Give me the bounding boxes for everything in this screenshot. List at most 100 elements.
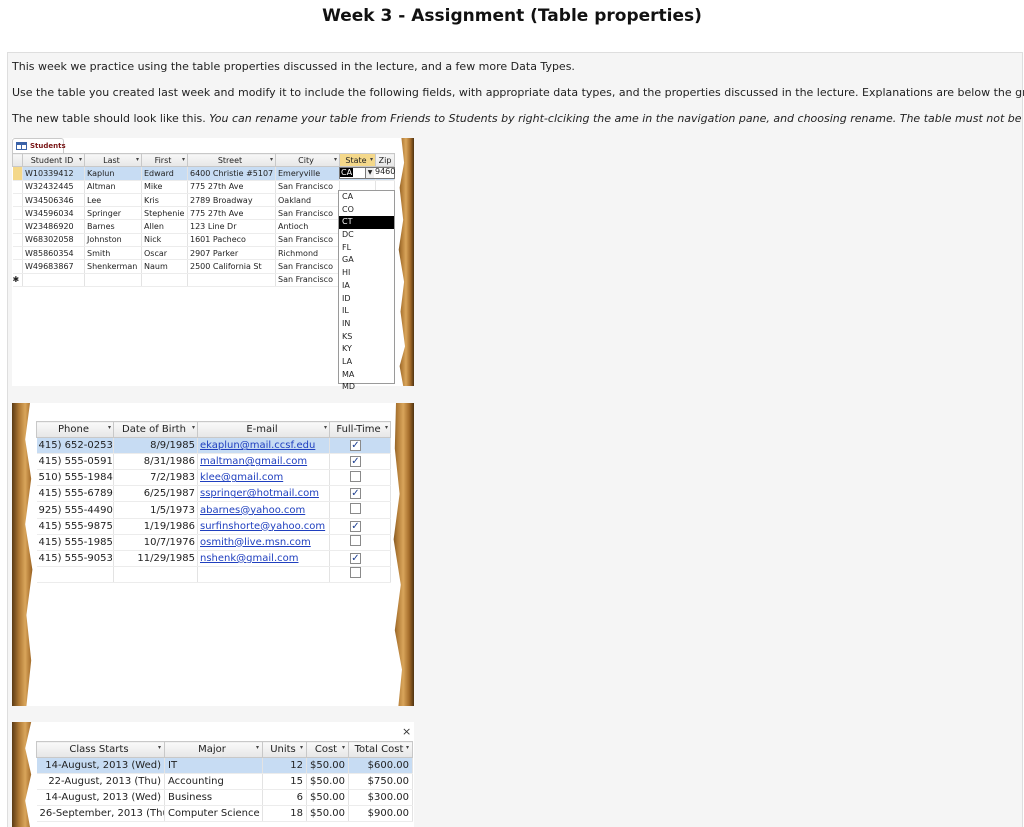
cell-cost[interactable]: $50.00	[306, 757, 349, 774]
record-selector[interactable]	[12, 233, 23, 248]
cell-major[interactable]: IT	[164, 757, 263, 774]
unchecked-checkbox-icon[interactable]	[350, 503, 361, 515]
dropdown-option-ma[interactable]: MA	[339, 369, 394, 382]
table-row[interactable]: 925) 555-4490 1/5/1973 abarnes@yahoo.com	[36, 501, 391, 519]
dropdown-option-il[interactable]: IL	[339, 305, 394, 318]
cell-total-cost[interactable]: $900.00	[348, 805, 413, 822]
cell-date-of-birth[interactable]: 7/2/1983	[113, 469, 198, 487]
column-header-e-mail[interactable]: E-mail ▾	[197, 420, 330, 439]
cell-last[interactable]: Kaplun	[84, 166, 142, 181]
sort-arrow-icon[interactable]: ▾	[406, 744, 409, 751]
cell-street[interactable]: 123 Line Dr	[187, 219, 276, 234]
sort-arrow-icon[interactable]: ▾	[334, 156, 337, 163]
cell-phone[interactable]: 415) 555-9875	[36, 518, 114, 535]
cell-student-id[interactable]: W49683867	[22, 259, 85, 274]
record-selector[interactable]	[12, 180, 23, 194]
cell-student-id[interactable]: W85860354	[22, 246, 85, 261]
sort-arrow-icon[interactable]: ▾	[342, 744, 345, 751]
dropdown-option-co[interactable]: CO	[339, 204, 394, 217]
sort-arrow-icon[interactable]: ▾	[324, 424, 327, 431]
email-link[interactable]: nshenk@gmail.com	[197, 550, 330, 567]
dropdown-option-ky[interactable]: KY	[339, 343, 394, 356]
column-header-city[interactable]: City ▾	[275, 152, 340, 168]
checked-checkbox-icon[interactable]: ✓	[350, 520, 361, 532]
cell-class-starts[interactable]: 14-August, 2013 (Wed)	[36, 789, 165, 806]
table-row[interactable]: 22-August, 2013 (Thu) Accounting 15 $50.00 $…	[36, 773, 413, 790]
dropdown-arrow-icon[interactable]: ▼	[365, 168, 374, 178]
table-row[interactable]: 510) 555-1984 7/2/1983 klee@gmail.com	[36, 469, 391, 487]
cell-first[interactable]: Mike	[141, 180, 188, 194]
cell-class-starts[interactable]: 26-September, 2013 (Thu)	[36, 805, 165, 822]
cell-class-starts[interactable]: 14-August, 2013 (Wed)	[36, 757, 165, 774]
table-row[interactable]: 14-August, 2013 (Wed) IT 12 $50.00 $600.00	[36, 757, 413, 774]
column-header-last[interactable]: Last ▾	[84, 152, 142, 168]
cell-date-of-birth[interactable]: 10/7/1976	[113, 534, 198, 551]
column-header-major[interactable]: Major ▾	[164, 741, 263, 758]
cell-last[interactable]: Shenkerman	[84, 259, 142, 274]
close-icon[interactable]: ×	[402, 725, 411, 738]
cell-first[interactable]: Oscar	[141, 246, 188, 261]
cell-last[interactable]: Johnston	[84, 233, 142, 248]
cell-street[interactable]: 2789 Broadway	[187, 193, 276, 208]
cell-first[interactable]: Edward	[141, 166, 188, 181]
cell-first[interactable]: Allen	[141, 219, 188, 234]
column-header-cost[interactable]: Cost ▾	[306, 741, 349, 758]
cell-first[interactable]: Nick	[141, 233, 188, 248]
column-header-units[interactable]: Units ▾	[262, 741, 307, 758]
cell-last[interactable]: Smith	[84, 246, 142, 261]
dropdown-option-in[interactable]: IN	[339, 318, 394, 331]
record-selector[interactable]	[12, 246, 23, 261]
cell-date-of-birth[interactable]: 11/29/1985	[113, 550, 198, 567]
column-header-zip[interactable]: Zip	[375, 152, 395, 168]
cell-date-of-birth[interactable]: 8/31/1986	[113, 453, 198, 471]
column-header-state[interactable]: State ▾	[339, 152, 376, 168]
new-record-cell[interactable]	[84, 273, 142, 287]
sort-arrow-icon[interactable]: ▾	[136, 156, 139, 163]
table-row[interactable]: 415) 555-9875 1/19/1986 surfinshorte@yahoo…	[36, 518, 391, 535]
cell-city[interactable]: San Francisco	[275, 259, 340, 274]
cell-phone[interactable]: 415) 652-0253	[36, 437, 114, 455]
record-selector[interactable]	[12, 206, 23, 221]
cell-cost[interactable]: $50.00	[306, 805, 349, 822]
cell-units[interactable]: 6	[262, 789, 307, 806]
column-header-total-cost[interactable]: Total Cost ▾	[348, 741, 413, 758]
table-row[interactable]: 14-August, 2013 (Wed) Business 6 $50.00 $300…	[36, 789, 413, 806]
sort-arrow-icon[interactable]: ▾	[300, 744, 303, 751]
email-link[interactable]: abarnes@yahoo.com	[197, 501, 330, 519]
table-row[interactable]: 26-September, 2013 (Thu) Computer Science…	[36, 805, 413, 822]
new-record-cell[interactable]	[36, 566, 114, 583]
dropdown-option-fl[interactable]: FL	[339, 242, 394, 255]
sort-arrow-icon[interactable]: ▾	[192, 424, 195, 431]
unchecked-checkbox-icon[interactable]	[350, 535, 361, 547]
cell-street[interactable]: 6400 Christie #5107	[187, 166, 276, 181]
column-header-class-starts[interactable]: Class Starts ▾	[36, 741, 165, 758]
email-link[interactable]: maltman@gmail.com	[197, 453, 330, 471]
new-record-cell[interactable]	[187, 273, 276, 287]
cell-first[interactable]: Stephenie	[141, 206, 188, 221]
cell-cost[interactable]: $50.00	[306, 789, 349, 806]
column-header-full-time[interactable]: Full-Time ▾	[329, 420, 391, 439]
cell-street[interactable]: 775 27th Ave	[187, 206, 276, 221]
cell-date-of-birth[interactable]: 1/5/1973	[113, 501, 198, 519]
table-row[interactable]: 415) 555-6789 6/25/1987 sspringer@hotmail.…	[36, 485, 391, 503]
email-link[interactable]: klee@gmail.com	[197, 469, 330, 487]
cell-city[interactable]: San Francisco	[275, 273, 340, 287]
column-header-street[interactable]: Street ▾	[187, 152, 276, 168]
record-selector[interactable]	[12, 219, 23, 234]
cell-phone[interactable]: 415) 555-0591	[36, 453, 114, 471]
table-row[interactable]: 415) 555-9053 11/29/1985 nshenk@gmail.com ✓	[36, 550, 391, 567]
dropdown-option-ia[interactable]: IA	[339, 280, 394, 293]
cell-city[interactable]: Emeryville	[275, 166, 340, 181]
new-record-cell[interactable]	[197, 566, 330, 583]
cell-phone[interactable]: 415) 555-6789	[36, 485, 114, 503]
cell-student-id[interactable]: W23486920	[22, 219, 85, 234]
dropdown-option-hi[interactable]: HI	[339, 267, 394, 280]
email-link[interactable]: osmith@live.msn.com	[197, 534, 330, 551]
cell-major[interactable]: Business	[164, 789, 263, 806]
cell-class-starts[interactable]: 22-August, 2013 (Thu)	[36, 773, 165, 790]
select-all-corner[interactable]	[12, 152, 23, 168]
cell-first[interactable]: Kris	[141, 193, 188, 208]
sort-arrow-icon[interactable]: ▾	[256, 744, 259, 751]
dropdown-option-ca[interactable]: CA	[339, 191, 394, 204]
checked-checkbox-icon[interactable]: ✓	[350, 456, 361, 468]
